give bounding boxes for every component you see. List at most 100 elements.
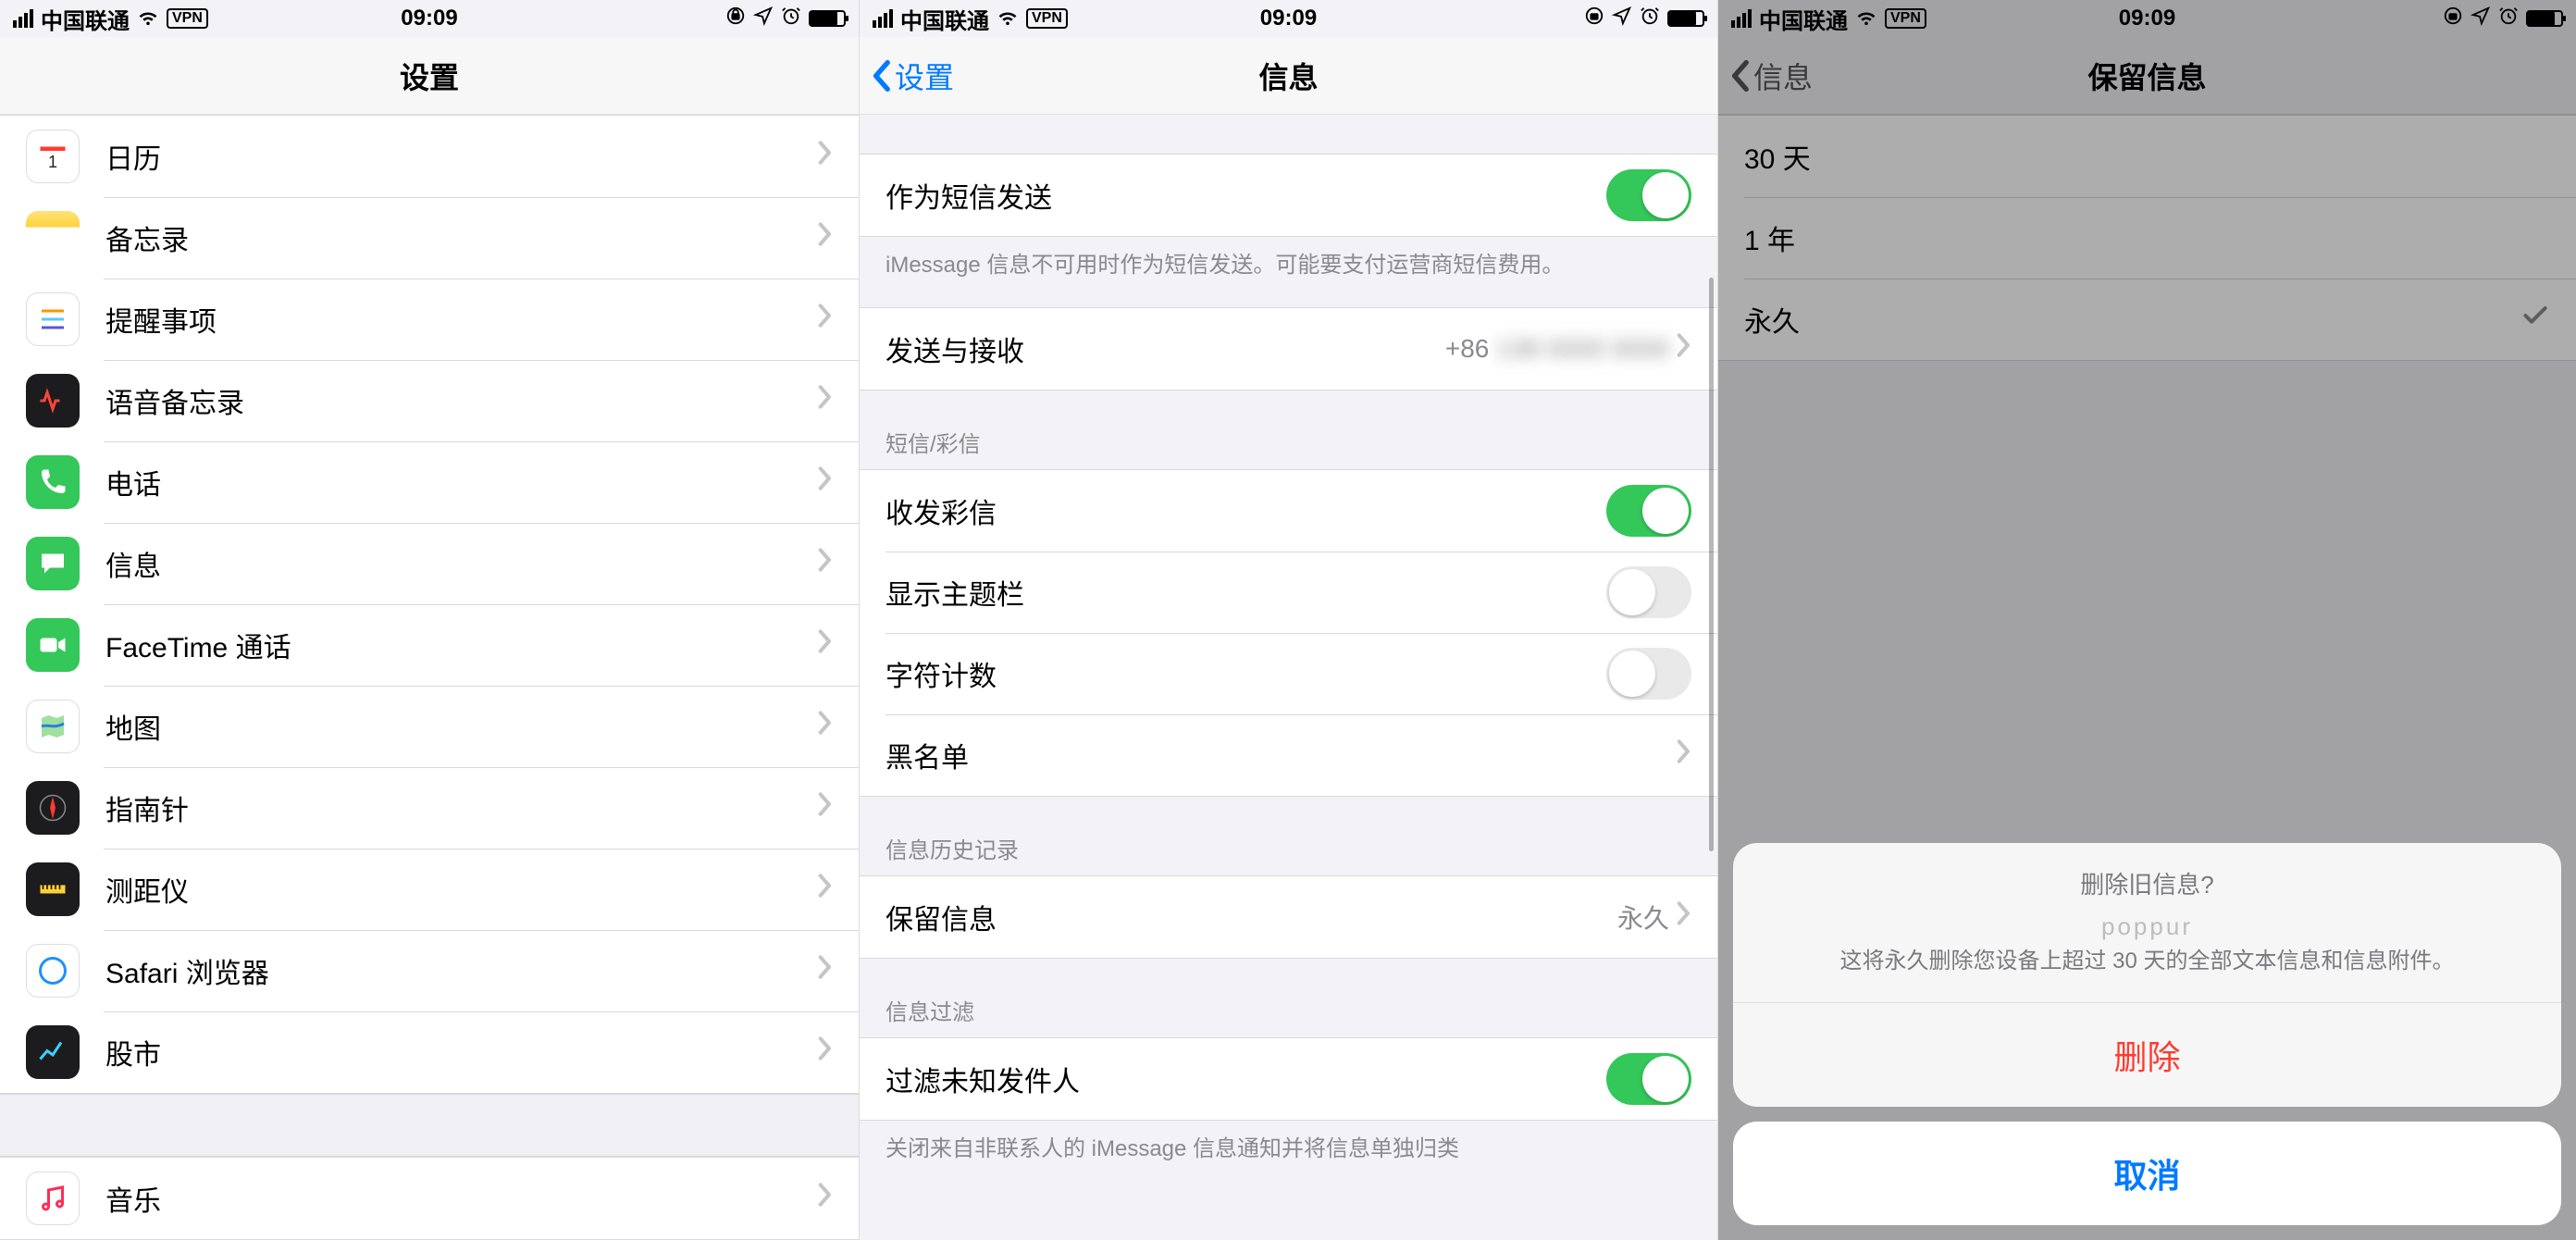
settings-row-音乐[interactable]: 音乐 bbox=[0, 1158, 859, 1239]
blacklist-cell[interactable]: 黑名单 bbox=[860, 714, 1717, 796]
app-icon bbox=[26, 292, 80, 346]
app-icon bbox=[26, 862, 80, 916]
cell-label: 电话 bbox=[105, 462, 818, 502]
chevron-right-icon bbox=[1677, 332, 1691, 366]
sheet-body: 这将永久删除您设备上超过 30 天的全部文本信息和信息附件。 bbox=[1839, 949, 2454, 973]
settings-row-信息[interactable]: 信息 bbox=[0, 523, 859, 604]
chevron-right-icon bbox=[818, 384, 833, 417]
chevron-right-icon bbox=[818, 221, 833, 254]
location-icon bbox=[1612, 6, 1632, 32]
wifi-icon bbox=[997, 5, 1019, 32]
carrier-label: 中国联通 bbox=[41, 3, 130, 35]
chevron-right-icon bbox=[818, 873, 833, 906]
chevron-right-icon bbox=[818, 710, 833, 743]
filter-unknown-cell[interactable]: 过滤未知发件人 bbox=[860, 1038, 1717, 1120]
cell-label: 信息 bbox=[105, 543, 818, 584]
send-as-sms-toggle[interactable] bbox=[1606, 169, 1691, 221]
history-section-header: 信息历史记录 bbox=[860, 797, 1717, 875]
battery-icon bbox=[809, 10, 846, 27]
cell-label: 保留信息 bbox=[886, 897, 1617, 937]
settings-screen: 中国联通 VPN 09:09 设置 1 日历备忘录提醒事项语音备忘录电话信息 Fac… bbox=[0, 0, 859, 1240]
settings-row-日历[interactable]: 1 日历 bbox=[0, 116, 859, 197]
settings-row-提醒事项[interactable]: 提醒事项 bbox=[0, 279, 859, 360]
settings-row-测距仪[interactable]: 测距仪 bbox=[0, 849, 859, 930]
settings-row-备忘录[interactable]: 备忘录 bbox=[0, 197, 859, 279]
chevron-right-icon bbox=[818, 303, 833, 336]
cell-label: 收发彩信 bbox=[886, 490, 1606, 531]
app-icon bbox=[26, 537, 80, 590]
subject-toggle[interactable] bbox=[1606, 566, 1691, 618]
filter-unknown-toggle[interactable] bbox=[1606, 1053, 1691, 1105]
cell-label: 股市 bbox=[105, 1032, 818, 1073]
cell-label: 作为短信发送 bbox=[886, 175, 1606, 216]
cell-label: 发送与接收 bbox=[886, 329, 1445, 369]
chevron-right-icon bbox=[818, 547, 833, 580]
keep-messages-screen: 中国联通 VPN 09:09 信息 保留信息 30 天1 年永久 bbox=[1717, 0, 2576, 1240]
mms-toggle[interactable] bbox=[1606, 485, 1691, 537]
chevron-right-icon bbox=[818, 465, 833, 499]
redacted-phone: 138 0000 0000 bbox=[1496, 334, 1669, 363]
cell-label: Safari 浏览器 bbox=[105, 950, 818, 991]
subject-cell[interactable]: 显示主题栏 bbox=[860, 552, 1717, 633]
chevron-right-icon bbox=[1677, 900, 1691, 934]
keep-messages-cell[interactable]: 保留信息 永久 bbox=[860, 876, 1717, 958]
send-as-sms-cell[interactable]: 作为短信发送 bbox=[860, 155, 1717, 236]
cell-label: 字符计数 bbox=[886, 653, 1606, 694]
app-icon bbox=[26, 374, 80, 428]
location-icon bbox=[753, 6, 774, 32]
page-title: 信息 bbox=[860, 55, 1717, 97]
wifi-icon bbox=[137, 5, 159, 32]
watermark: poppur bbox=[1761, 909, 2533, 945]
char-count-cell[interactable]: 字符计数 bbox=[860, 633, 1717, 714]
cell-label: 语音备忘录 bbox=[105, 380, 818, 421]
signal-icon bbox=[13, 9, 33, 28]
settings-row-地图[interactable]: 地图 bbox=[0, 686, 859, 767]
status-bar: 中国联通 VPN 09:09 bbox=[0, 0, 859, 37]
send-as-sms-footer: iMessage 信息不可用时作为短信发送。可能要支付运营商短信费用。 bbox=[860, 237, 1717, 307]
cell-value: 永久 bbox=[1617, 899, 1669, 936]
orientation-lock-icon bbox=[725, 6, 746, 32]
delete-button[interactable]: 删除 bbox=[1733, 1003, 2561, 1107]
sheet-message: 删除旧信息? poppur 这将永久删除您设备上超过 30 天的全部文本信息和信… bbox=[1733, 843, 2561, 1003]
nav-header: 设置 信息 bbox=[860, 37, 1717, 115]
alarm-icon bbox=[1640, 6, 1660, 32]
messages-settings-screen: 中国联通 VPN 09:09 设置 信息 作为短信发送 iMessage 信息不… bbox=[859, 0, 1717, 1240]
cell-label: 指南针 bbox=[105, 787, 818, 828]
app-icon bbox=[26, 455, 80, 509]
carrier-label: 中国联通 bbox=[900, 3, 989, 35]
cell-label: 日历 bbox=[105, 136, 818, 177]
orientation-lock-icon bbox=[1584, 6, 1604, 32]
battery-icon bbox=[1667, 10, 1704, 27]
settings-row-电话[interactable]: 电话 bbox=[0, 441, 859, 523]
app-icon bbox=[26, 1025, 80, 1079]
cell-label: 测距仪 bbox=[105, 869, 818, 910]
mms-cell[interactable]: 收发彩信 bbox=[860, 470, 1717, 552]
signal-icon bbox=[873, 9, 893, 28]
app-icon: 1 bbox=[26, 130, 80, 183]
action-sheet: 删除旧信息? poppur 这将永久删除您设备上超过 30 天的全部文本信息和信… bbox=[1733, 843, 2561, 1225]
filter-footer: 关闭来自非联系人的 iMessage 信息通知并将信息单独归类 bbox=[860, 1121, 1717, 1171]
chevron-right-icon bbox=[818, 954, 833, 987]
char-count-toggle[interactable] bbox=[1606, 648, 1691, 700]
cancel-button[interactable]: 取消 bbox=[1733, 1122, 2561, 1225]
chevron-right-icon bbox=[818, 140, 833, 173]
page-title: 设置 bbox=[0, 55, 859, 97]
chevron-right-icon bbox=[818, 791, 833, 825]
chevron-right-icon bbox=[818, 1035, 833, 1069]
chevron-right-icon bbox=[818, 628, 833, 662]
app-icon bbox=[26, 781, 80, 835]
scroll-indicator[interactable] bbox=[1709, 278, 1714, 851]
group-separator bbox=[0, 1094, 859, 1157]
app-icon bbox=[26, 618, 80, 672]
app-icon bbox=[26, 700, 80, 753]
settings-row-语音备忘录[interactable]: 语音备忘录 bbox=[0, 360, 859, 441]
cell-label: 黑名单 bbox=[886, 735, 1677, 775]
alarm-icon bbox=[781, 6, 801, 32]
settings-row-指南针[interactable]: 指南针 bbox=[0, 767, 859, 849]
settings-row-FaceTime 通话[interactable]: FaceTime 通话 bbox=[0, 604, 859, 686]
settings-row-股市[interactable]: 股市 bbox=[0, 1011, 859, 1093]
app-icon bbox=[26, 211, 80, 265]
settings-row-Safari 浏览器[interactable]: Safari 浏览器 bbox=[0, 930, 859, 1011]
sheet-title: 删除旧信息? bbox=[1761, 867, 2533, 903]
send-receive-cell[interactable]: 发送与接收 +86 138 0000 0000 bbox=[860, 308, 1717, 390]
